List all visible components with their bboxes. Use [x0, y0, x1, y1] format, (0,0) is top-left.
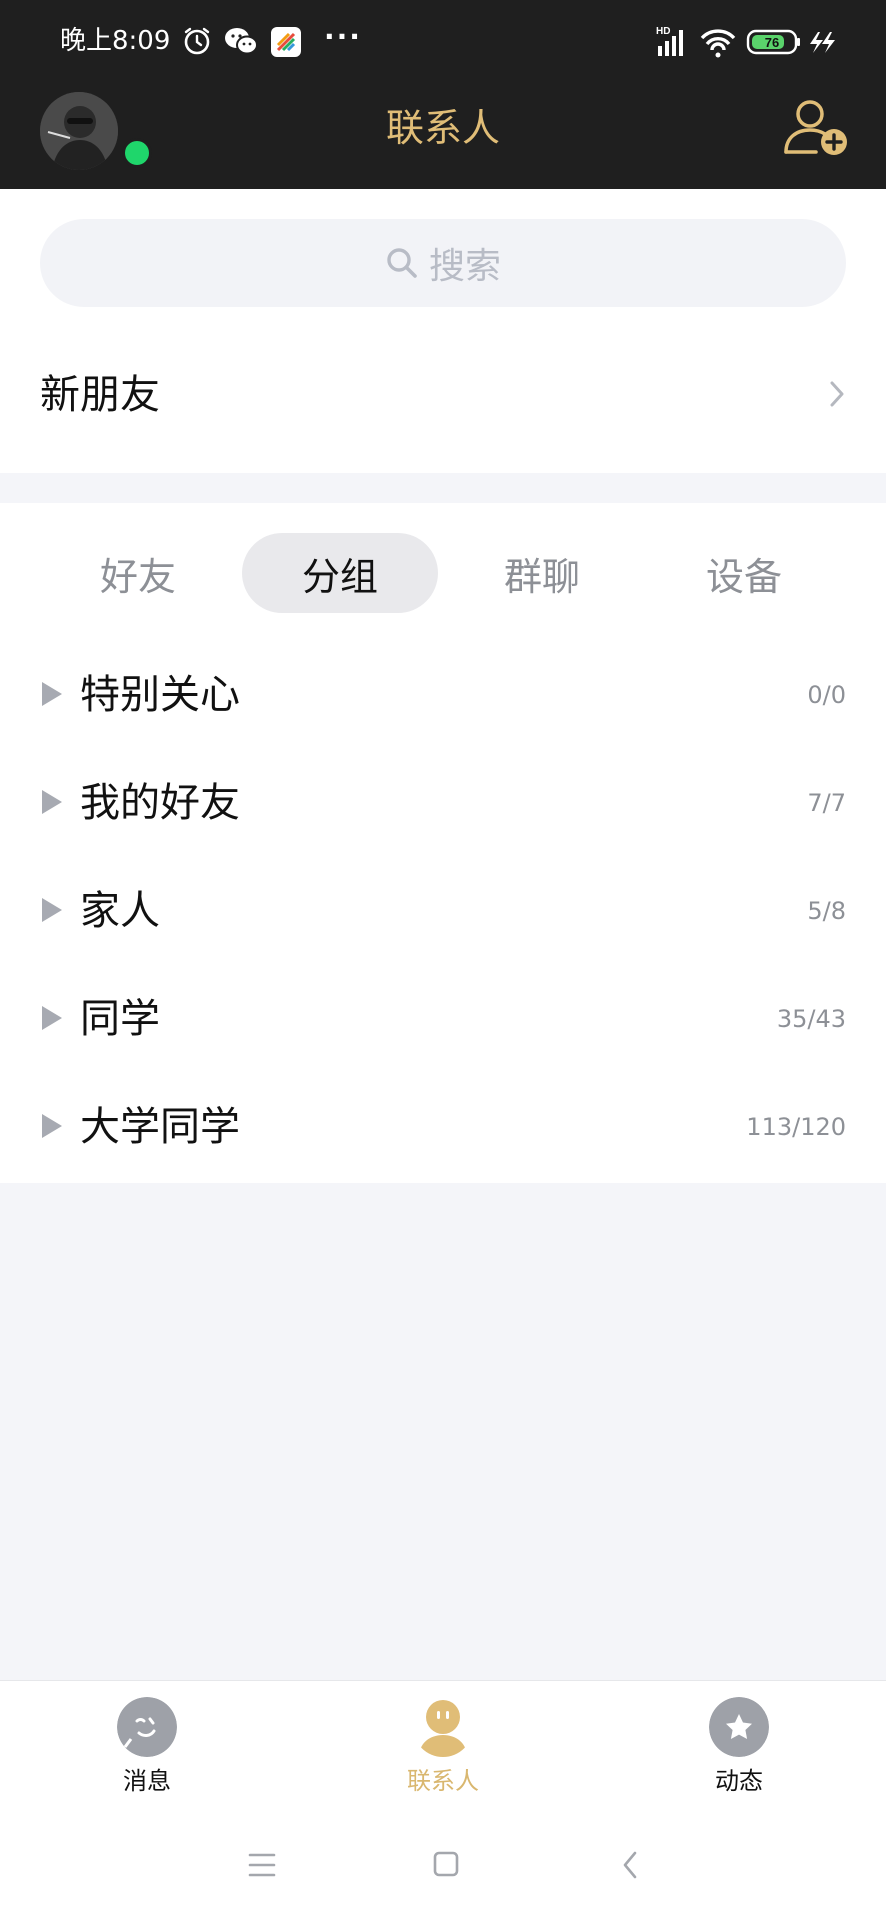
tab-friends[interactable]: 好友 [40, 533, 236, 613]
new-friends-row[interactable]: 新朋友 [0, 317, 886, 473]
more-dots-icon: ··· [324, 20, 362, 53]
bottom-nav: 消息 联系人 动态 [0, 1680, 886, 1812]
search-input[interactable]: 搜索 [40, 219, 846, 307]
nav-messages[interactable]: 消息 [87, 1697, 207, 1807]
menu-icon[interactable] [248, 1852, 276, 1878]
app-header: 晚上8:09 ··· HD 76 联系人 [0, 0, 886, 189]
tab-group-chats[interactable]: 群聊 [444, 533, 640, 613]
group-row[interactable]: 家人 5/8 [0, 857, 886, 965]
group-name: 家人 [80, 888, 160, 934]
search-section: 搜索 [0, 189, 886, 317]
chevron-right-icon [830, 381, 844, 407]
system-nav-bar [0, 1812, 886, 1920]
group-row[interactable]: 特别关心 0/0 [0, 641, 886, 749]
nav-moments-label: 动态 [715, 1767, 763, 1795]
contacts-icon [419, 1700, 467, 1757]
search-icon [387, 248, 417, 278]
signal-icon: HD 76 [656, 26, 835, 58]
app-icon [271, 27, 301, 57]
group-name: 我的好友 [80, 780, 240, 826]
nav-messages-label: 消息 [123, 1767, 171, 1795]
status-bar: 晚上8:09 ··· HD 76 [0, 0, 886, 82]
star-icon [709, 1697, 769, 1757]
home-icon[interactable] [432, 1850, 460, 1878]
tab-groups[interactable]: 分组 [242, 533, 438, 613]
status-time: 晚上8:09 [60, 26, 171, 56]
group-row[interactable]: 同学 35/43 [0, 965, 886, 1073]
group-count: 7/7 [807, 789, 846, 817]
nav-contacts[interactable]: 联系人 [383, 1697, 503, 1807]
nav-contacts-label: 联系人 [407, 1767, 479, 1795]
group-name: 同学 [80, 996, 160, 1042]
group-row[interactable]: 大学同学 113/120 [0, 1073, 886, 1181]
nav-moments[interactable]: 动态 [679, 1697, 799, 1807]
group-count: 5/8 [807, 897, 846, 925]
battery-icon: 76 [746, 29, 800, 55]
contacts-panel: 好友 分组 群聊 设备 特别关心 0/0 我的好友 7/7 家人 5/8 同学 … [0, 503, 886, 1183]
group-count: 35/43 [776, 1005, 846, 1033]
page-title: 联系人 [385, 106, 500, 150]
status-right-icons: HD 76 [656, 22, 866, 62]
group-count: 113/120 [746, 1113, 846, 1141]
group-name: 大学同学 [80, 1104, 240, 1150]
expand-triangle-icon [42, 790, 62, 814]
expand-triangle-icon [42, 898, 62, 922]
expand-triangle-icon [42, 1006, 62, 1030]
tab-devices[interactable]: 设备 [646, 533, 842, 613]
group-row[interactable]: 我的好友 7/7 [0, 749, 886, 857]
search-placeholder: 搜索 [428, 246, 501, 287]
expand-triangle-icon [42, 682, 62, 706]
group-count: 0/0 [807, 681, 846, 709]
hd-label: HD [656, 26, 670, 37]
contact-tabs: 好友 分组 群聊 设备 [0, 533, 886, 613]
group-name: 特别关心 [80, 672, 240, 718]
back-icon[interactable] [620, 1849, 640, 1881]
battery-level: 76 [765, 35, 779, 50]
alarm-icon [184, 27, 210, 55]
charging-icon [810, 32, 835, 53]
add-contact-icon[interactable] [782, 96, 854, 160]
message-icon [117, 1697, 177, 1757]
new-friends-label: 新朋友 [40, 372, 160, 418]
wechat-icon [225, 28, 258, 55]
wifi-icon [700, 29, 736, 58]
expand-triangle-icon [42, 1114, 62, 1138]
